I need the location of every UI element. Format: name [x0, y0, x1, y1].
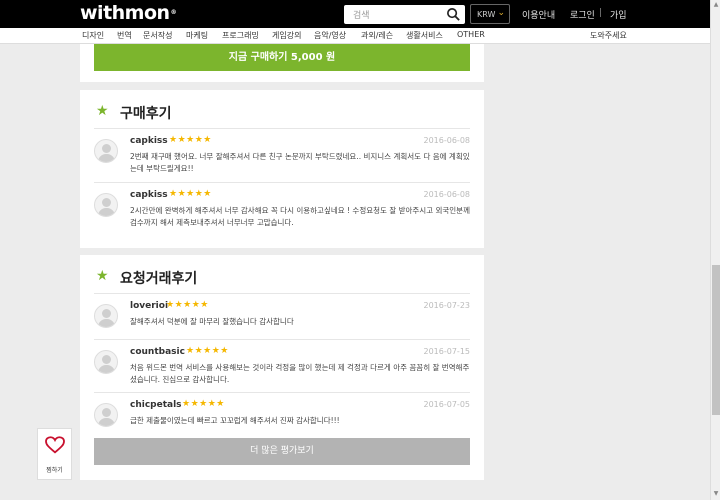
review-date: 2016-07-23: [423, 301, 471, 310]
review-username[interactable]: countbasic: [130, 347, 185, 357]
review-username[interactable]: chicpetals: [130, 400, 182, 410]
category-bar: 디자인 번역 문서작성 마케팅 프로그래밍 게임강의 음악/영상 과외/레슨 생…: [0, 28, 710, 44]
avatar: [94, 193, 118, 217]
heart-icon[interactable]: [45, 436, 65, 454]
review-date: 2016-07-15: [423, 347, 471, 356]
like-widget[interactable]: 찜하기: [37, 428, 72, 480]
scrollbar-thumb[interactable]: [712, 265, 720, 415]
review-username[interactable]: capkiss: [130, 190, 168, 200]
review-text: 급한 제출물이였는데 빠르고 꼬꼬럽게 해주셔서 진짜 감사합니다!!!: [130, 416, 340, 425]
review-text: 2번째 재구매 했어요. 너무 잘해주셔서 다른 친구 논문까지 부탁드렸네요.…: [130, 152, 470, 173]
scroll-up-icon[interactable]: ▲: [712, 1, 720, 9]
review-item: capkiss ★★★★★ 2016-06-08 2번째 재구매 했어요. 너무…: [94, 128, 470, 180]
search-icon[interactable]: [446, 7, 461, 22]
category-design[interactable]: 디자인: [82, 30, 104, 41]
chevron-down-icon: ⌄: [497, 8, 505, 18]
purchase-reviews-card: ★ 구매후기 capkiss ★★★★★ 2016-06-08 2번째 재구매 …: [80, 90, 484, 248]
category-music-video[interactable]: 음악/영상: [314, 30, 346, 41]
login-link[interactable]: 로그인: [570, 8, 595, 21]
buy-now-button[interactable]: 지금 구매하기 5,000 원: [94, 44, 470, 71]
avatar: [94, 403, 118, 427]
rating-stars: ★★★★★: [166, 300, 209, 310]
review-item: loverioi ★★★★★ 2016-07-23 잘해주셔서 덕분에 잘 마무…: [94, 293, 470, 338]
request-reviews-card: ★ 요청거래후기 loverioi ★★★★★ 2016-07-23 잘해주셔서…: [80, 255, 484, 480]
section-title: 요청거래후기: [120, 271, 198, 287]
category-translation[interactable]: 번역: [117, 30, 132, 41]
avatar: [94, 139, 118, 163]
review-item: chicpetals ★★★★★ 2016-07-05 급한 제출물이였는데 빠…: [94, 392, 470, 434]
review-item: capkiss ★★★★★ 2016-06-08 2시간만에 완벽하게 해주셔서…: [94, 182, 470, 238]
rating-stars: ★★★★★: [169, 189, 212, 199]
usage-guide-link[interactable]: 이용안내: [522, 8, 555, 21]
review-text: 처음 위드몬 번역 서비스를 사용해보는 것이라 걱정을 많이 했는데 제 걱정…: [130, 363, 470, 384]
category-game-lecture[interactable]: 게임강의: [272, 30, 301, 41]
avatar: [94, 304, 118, 328]
rating-stars: ★★★★★: [182, 399, 225, 409]
category-programming[interactable]: 프로그래밍: [222, 30, 259, 41]
review-date: 2016-06-08: [423, 136, 471, 145]
more-reviews-button[interactable]: 더 많은 평가보기: [94, 438, 470, 465]
search-box[interactable]: 검색: [344, 5, 465, 24]
review-text: 2시간만에 완벽하게 해주셔서 너무 감사해요 꼭 다시 이용하고싶네요 ! 수…: [130, 206, 470, 227]
top-header: withmon® 검색 KRW ⌄ 이용안내 로그인 | 가입: [0, 0, 710, 28]
withmon-logo[interactable]: withmon®: [80, 2, 177, 24]
star-icon: ★: [96, 268, 109, 284]
category-documents[interactable]: 문서작성: [143, 30, 172, 41]
category-marketing[interactable]: 마케팅: [186, 30, 208, 41]
category-life-services[interactable]: 생활서비스: [406, 30, 443, 41]
review-username[interactable]: capkiss: [130, 136, 168, 146]
avatar: [94, 350, 118, 374]
review-text: 잘해주셔서 덕분에 잘 마무리 잘했습니다 감사합니다: [130, 317, 294, 326]
review-item: countbasic ★★★★★ 2016-07-15 처음 위드몬 번역 서비…: [94, 339, 470, 391]
rating-stars: ★★★★★: [186, 346, 229, 356]
star-icon: ★: [96, 103, 109, 119]
category-tutoring[interactable]: 과외/레슨: [361, 30, 393, 41]
section-title: 구매후기: [120, 106, 172, 122]
review-date: 2016-07-05: [423, 400, 471, 409]
signup-link[interactable]: 가입: [610, 8, 627, 21]
category-other[interactable]: OTHER: [457, 30, 485, 39]
scroll-down-icon[interactable]: ▼: [712, 490, 720, 498]
review-date: 2016-06-08: [423, 190, 471, 199]
page-scrollbar[interactable]: ▲ ▼: [710, 0, 720, 500]
like-label: 찜하기: [46, 467, 63, 474]
nav-separator: |: [599, 8, 603, 18]
review-username[interactable]: loverioi: [130, 301, 168, 311]
rating-stars: ★★★★★: [169, 135, 212, 145]
search-input[interactable]: 검색: [353, 8, 370, 21]
currency-select[interactable]: KRW ⌄: [470, 4, 510, 24]
help-link[interactable]: 도와주세요: [590, 30, 627, 41]
buy-card: 지금 구매하기 5,000 원: [80, 44, 484, 82]
